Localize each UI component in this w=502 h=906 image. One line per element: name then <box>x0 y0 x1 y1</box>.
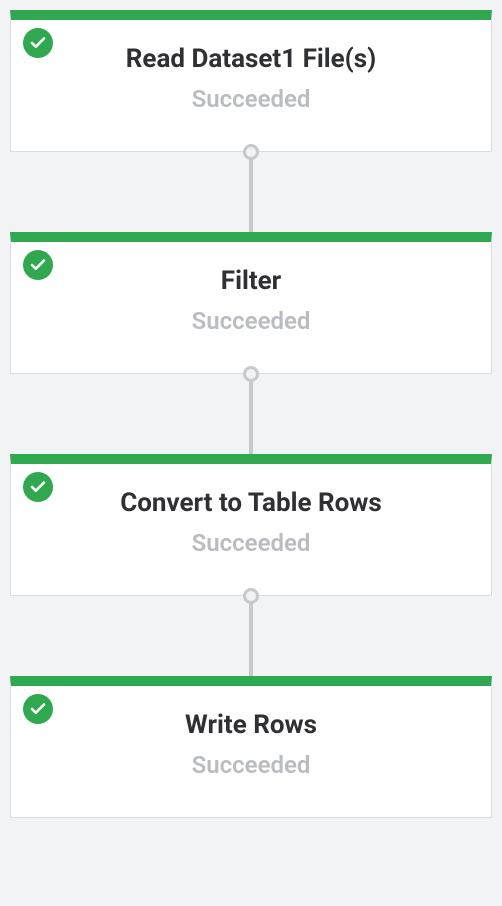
pipeline-node[interactable]: Filter Succeeded <box>10 232 492 374</box>
flow-connector <box>10 152 492 232</box>
pipeline-node[interactable]: Write Rows Succeeded <box>10 676 492 818</box>
node-status: Succeeded <box>192 307 311 335</box>
connector-port-icon <box>243 366 259 382</box>
connector-port-icon <box>243 144 259 160</box>
status-check-icon <box>23 250 53 280</box>
node-title: Convert to Table Rows <box>120 488 382 519</box>
node-status: Succeeded <box>192 751 311 779</box>
node-title: Filter <box>221 266 281 297</box>
node-status: Succeeded <box>192 529 311 557</box>
connector-port-icon <box>243 588 259 604</box>
pipeline-flow: Read Dataset1 File(s) Succeeded Filter S… <box>10 10 492 818</box>
status-check-icon <box>23 28 53 58</box>
pipeline-node[interactable]: Read Dataset1 File(s) Succeeded <box>10 10 492 152</box>
node-title: Read Dataset1 File(s) <box>126 44 376 75</box>
connector-line <box>249 158 253 232</box>
status-check-icon <box>23 694 53 724</box>
pipeline-node[interactable]: Convert to Table Rows Succeeded <box>10 454 492 596</box>
status-check-icon <box>23 472 53 502</box>
node-status: Succeeded <box>192 85 311 113</box>
node-title: Write Rows <box>185 710 317 741</box>
connector-line <box>249 602 253 676</box>
connector-line <box>249 380 253 454</box>
flow-connector <box>10 374 492 454</box>
flow-connector <box>10 596 492 676</box>
